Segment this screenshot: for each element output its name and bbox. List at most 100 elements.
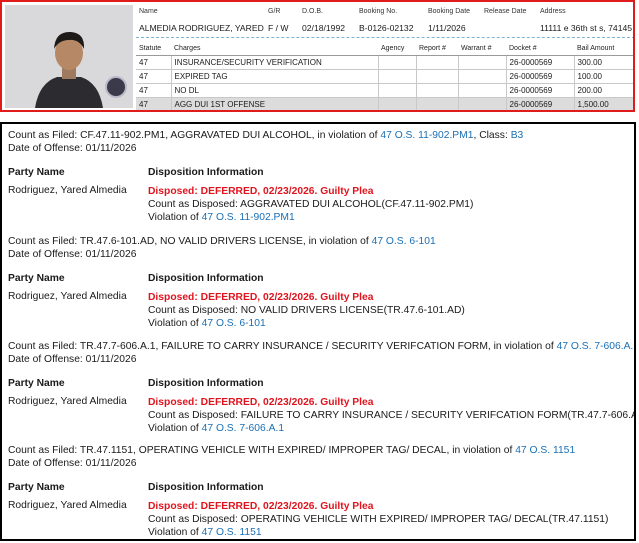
table-row: 47 AGG DUI 1ST OFFENSE 26-0000569 1,500.…: [136, 97, 633, 110]
inmate-name: ALMEDIA RODRIGUEZ, YARED: [139, 23, 264, 33]
table-row: 47 NO DL 26-0000569 200.00: [136, 83, 633, 98]
offense-date: Date of Offense: 01/11/2026: [8, 143, 137, 154]
gender-race: F / W: [268, 23, 289, 33]
charge-cell: INSURANCE/SECURITY VERIFICATION: [171, 55, 379, 70]
report-cell: [416, 83, 459, 98]
statute-cell: 47: [136, 97, 172, 110]
count-filed-text: Count as Filed: TR.47.1151, OPERATING VE…: [8, 445, 516, 456]
docket-cell: 26-0000569: [506, 69, 575, 84]
violation-line: Violation of 47 O.S. 1151: [148, 526, 262, 539]
booking-number: B-0126-02132: [359, 23, 414, 33]
count-filed-text: Count as Filed: CF.47.11-902.PM1, AGGRAV…: [8, 130, 381, 141]
disposition-header: Disposition Information: [148, 273, 264, 284]
party-name: Rodriguez, Yared Almedia: [8, 185, 127, 196]
count-as-disposed: Count as Disposed: NO VALID DRIVERS LICE…: [148, 305, 465, 316]
divider: [136, 37, 633, 38]
charges-header-row: Statute Charges Agency Report # Warrant …: [136, 42, 633, 56]
charge-cell: EXPIRED TAG: [171, 69, 379, 84]
column-header: Charges: [171, 42, 378, 56]
count-filed: Count as Filed: TR.47.1151, OPERATING VE…: [8, 444, 575, 457]
violation-link[interactable]: 47 O.S. 11-902.PM1: [202, 212, 295, 223]
date-of-birth: 02/18/1992: [302, 23, 346, 33]
violation-label: Violation of: [148, 212, 202, 223]
header-name: Name: [139, 8, 158, 15]
violation-line: Violation of 47 O.S. 11-902.PM1: [148, 211, 295, 224]
agency-cell: [378, 97, 417, 110]
header-gr: G/R: [268, 8, 281, 15]
report-cell: [416, 55, 459, 70]
warrant-cell: [458, 69, 507, 84]
offense-date: Date of Offense: 01/11/2026: [8, 458, 137, 469]
charge-cell: NO DL: [171, 83, 379, 98]
disposition-header: Disposition Information: [148, 167, 264, 178]
disposition-status: Disposed: DEFERRED, 02/23/2026. Guilty P…: [148, 292, 374, 303]
header-dob: D.O.B.: [302, 8, 324, 15]
docket-cell: 26-0000569: [506, 97, 575, 110]
booking-panel: Name G/R D.O.B. Booking No. Booking Date…: [0, 0, 635, 112]
column-header: Bail Amount: [574, 42, 633, 56]
disposition-status: Disposed: DEFERRED, 02/23/2026. Guilty P…: [148, 397, 374, 408]
count-as-disposed: Count as Disposed: AGGRAVATED DUI ALCOHO…: [148, 199, 474, 210]
statute-link[interactable]: 47 O.S. 1151: [515, 445, 575, 456]
count-filed-text: Count as Filed: TR.47.7-606.A.1, FAILURE…: [8, 341, 557, 352]
charges-table: Statute Charges Agency Report # Warrant …: [136, 42, 633, 110]
column-header: Agency: [378, 42, 416, 56]
party-name-header: Party Name: [8, 273, 65, 284]
statute-cell: 47: [136, 83, 172, 98]
violation-link[interactable]: 47 O.S. 1151: [202, 527, 262, 538]
violation-link[interactable]: 47 O.S. 7-606.A.1: [202, 423, 284, 434]
statute-link[interactable]: 47 O.S. 7-606.A.1: [557, 341, 634, 352]
offense-date: Date of Offense: 01/11/2026: [8, 249, 137, 260]
warrant-cell: [458, 97, 507, 110]
statute-cell: 47: [136, 69, 172, 84]
charge-cell: AGG DUI 1ST OFFENSE: [171, 97, 379, 110]
header-booking-date: Booking Date: [428, 8, 471, 15]
disposition-status: Disposed: DEFERRED, 02/23/2026. Guilty P…: [148, 186, 374, 197]
table-row: 47 INSURANCE/SECURITY VERIFICATION 26-00…: [136, 55, 633, 70]
party-name: Rodriguez, Yared Almedia: [8, 291, 127, 302]
violation-line: Violation of 47 O.S. 7-606.A.1: [148, 422, 284, 435]
column-header: Report #: [416, 42, 458, 56]
violation-line: Violation of 47 O.S. 6-101: [148, 317, 266, 330]
class-link[interactable]: B3: [511, 130, 524, 141]
disposition-status: Disposed: DEFERRED, 02/23/2026. Guilty P…: [148, 501, 374, 512]
docket-cell: 26-0000569: [506, 55, 575, 70]
bail-cell: 1,500.00: [574, 97, 633, 110]
header-booking-no: Booking No.: [359, 8, 398, 15]
statute-cell: 47: [136, 55, 172, 70]
agency-cell: [378, 83, 417, 98]
count-filed: Count as Filed: CF.47.11-902.PM1, AGGRAV…: [8, 129, 523, 142]
bail-cell: 200.00: [574, 83, 633, 98]
agency-cell: [378, 55, 417, 70]
count-filed-text: Count as Filed: TR.47.6-101.AD, NO VALID…: [8, 236, 372, 247]
agency-seal-icon: [105, 76, 127, 98]
disposition-header: Disposition Information: [148, 378, 264, 389]
violation-label: Violation of: [148, 318, 202, 329]
violation-label: Violation of: [148, 527, 202, 538]
disposition-header: Disposition Information: [148, 482, 264, 493]
address: 11111 e 36th st s, 74145: [540, 23, 633, 33]
docket-cell: 26-0000569: [506, 83, 575, 98]
violation-label: Violation of: [148, 423, 202, 434]
warrant-cell: [458, 83, 507, 98]
party-name-header: Party Name: [8, 482, 65, 493]
count-filed: Count as Filed: TR.47.6-101.AD, NO VALID…: [8, 235, 436, 248]
statute-link[interactable]: 47 O.S. 6-101: [372, 236, 436, 247]
warrant-cell: [458, 55, 507, 70]
mugshot-photo: [5, 5, 133, 108]
bail-cell: 300.00: [574, 55, 633, 70]
table-row: 47 EXPIRED TAG 26-0000569 100.00: [136, 69, 633, 84]
count-filed: Count as Filed: TR.47.7-606.A.1, FAILURE…: [8, 340, 634, 353]
offense-date: Date of Offense: 01/11/2026: [8, 354, 137, 365]
bail-cell: 100.00: [574, 69, 633, 84]
agency-cell: [378, 69, 417, 84]
statute-link[interactable]: 47 O.S. 11-902.PM1: [380, 130, 473, 141]
column-header: Warrant #: [458, 42, 506, 56]
docket-panel: Count as Filed: CF.47.11-902.PM1, AGGRAV…: [0, 122, 636, 541]
count-as-disposed: Count as Disposed: OPERATING VEHICLE WIT…: [148, 514, 609, 525]
count-as-disposed: Count as Disposed: FAILURE TO CARRY INSU…: [148, 410, 636, 421]
party-name-header: Party Name: [8, 378, 65, 389]
report-cell: [416, 97, 459, 110]
column-header: Docket #: [506, 42, 574, 56]
violation-link[interactable]: 47 O.S. 6-101: [202, 318, 266, 329]
